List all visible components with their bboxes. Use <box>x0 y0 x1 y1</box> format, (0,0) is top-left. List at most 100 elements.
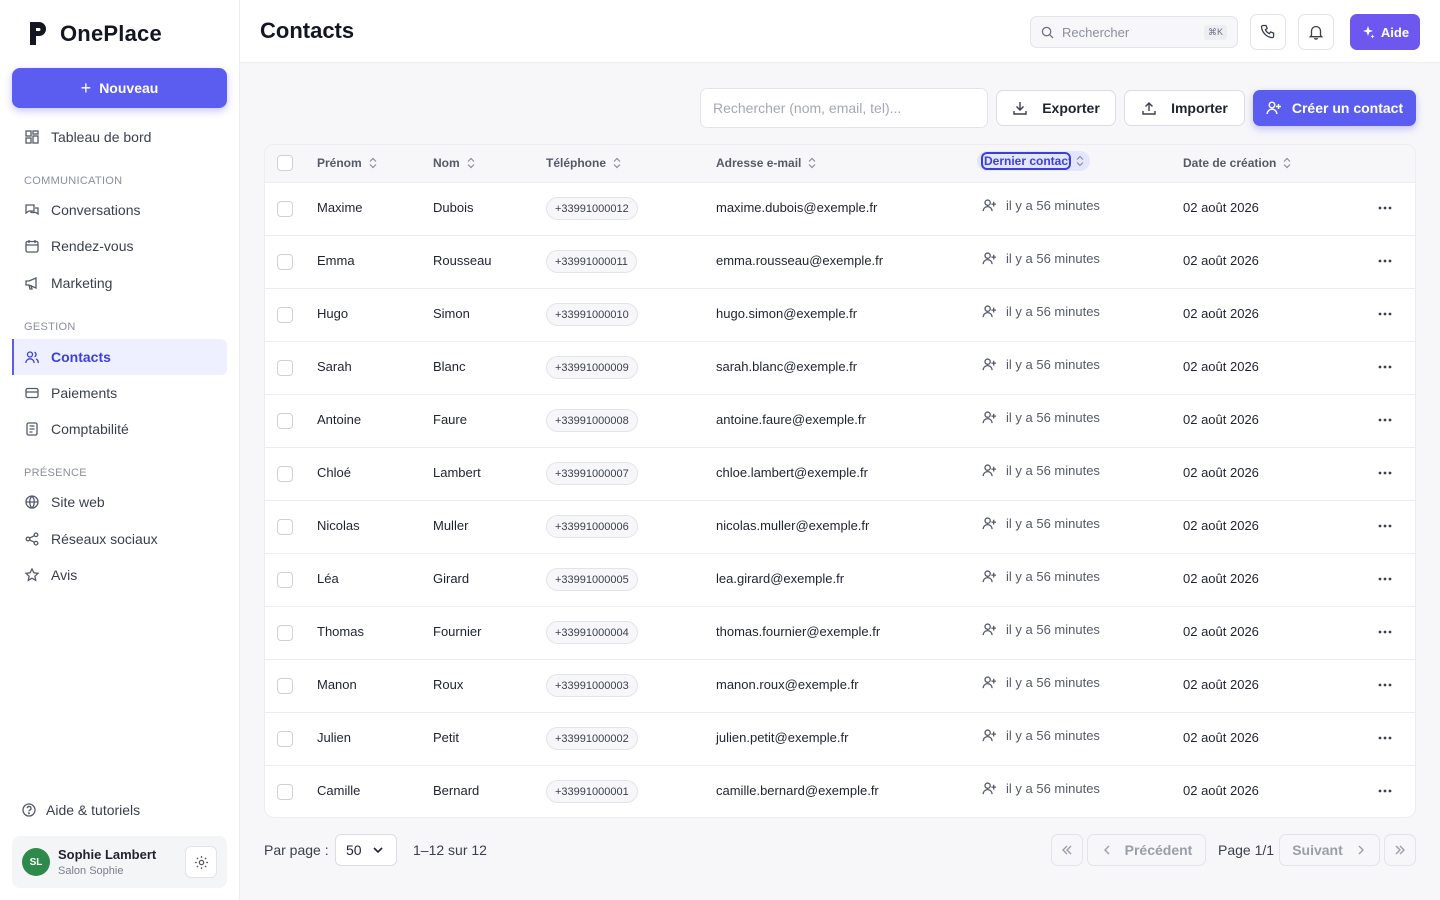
user-plus-icon <box>982 464 997 477</box>
column-header-last-contact[interactable]: Dernier contact <box>977 151 1090 171</box>
user-card[interactable]: SL Sophie Lambert Salon Sophie <box>12 836 227 888</box>
notifications-button[interactable] <box>1298 14 1334 50</box>
previous-page-button[interactable]: Précédent <box>1087 834 1206 866</box>
cell-email[interactable]: antoine.faure@exemple.fr <box>716 412 866 427</box>
row-checkbox[interactable] <box>277 625 293 641</box>
cell-phone[interactable]: +33991000012 <box>546 197 638 220</box>
table-row[interactable]: Chloé Lambert +33991000007 chloe.lambert@ex… <box>265 448 1415 501</box>
sidebar-item-conversations[interactable]: Conversations <box>12 192 227 228</box>
settings-button[interactable] <box>185 846 217 878</box>
row-menu-button[interactable] <box>1373 198 1397 218</box>
row-menu-button[interactable] <box>1373 357 1397 377</box>
phone-button[interactable] <box>1250 14 1286 50</box>
row-checkbox[interactable] <box>277 360 293 376</box>
help-tutorials-link[interactable]: Aide & tutoriels <box>22 802 140 818</box>
row-checkbox[interactable] <box>277 413 293 429</box>
cell-email[interactable]: julien.petit@exemple.fr <box>716 730 848 745</box>
row-checkbox[interactable] <box>277 254 293 270</box>
row-menu-button[interactable] <box>1373 728 1397 748</box>
cell-phone[interactable]: +33991000008 <box>546 409 638 432</box>
aide-button[interactable]: Aide <box>1350 14 1420 50</box>
import-button[interactable]: Importer <box>1124 90 1245 126</box>
row-menu-button[interactable] <box>1373 304 1397 324</box>
cell-email[interactable]: camille.bernard@exemple.fr <box>716 783 879 798</box>
row-menu-button[interactable] <box>1373 251 1397 271</box>
row-menu-button[interactable] <box>1373 463 1397 483</box>
cell-phone[interactable]: +33991000001 <box>546 780 638 803</box>
cell-phone[interactable]: +33991000009 <box>546 356 638 379</box>
next-label: Suivant <box>1292 842 1343 858</box>
cell-email[interactable]: sarah.blanc@exemple.fr <box>716 359 857 374</box>
cell-email[interactable]: emma.rousseau@exemple.fr <box>716 253 883 268</box>
row-checkbox[interactable] <box>277 201 293 217</box>
row-checkbox[interactable] <box>277 784 293 800</box>
row-menu-button[interactable] <box>1373 410 1397 430</box>
table-row[interactable]: Maxime Dubois +33991000012 maxime.dubois@ex… <box>265 183 1415 236</box>
row-checkbox[interactable] <box>277 572 293 588</box>
table-row[interactable]: Nicolas Muller +33991000006 nicolas.muller@… <box>265 501 1415 554</box>
select-all-checkbox[interactable] <box>277 155 293 171</box>
row-menu-button[interactable] <box>1373 675 1397 695</box>
contacts-search-input[interactable] <box>700 88 988 128</box>
sidebar-item-rendez-vous[interactable]: Rendez-vous <box>12 228 227 264</box>
global-search[interactable]: Rechercher ⌘K <box>1030 16 1238 48</box>
cell-created: 02 août 2026 <box>1183 412 1259 427</box>
column-header-first-name[interactable]: Prénom <box>317 156 377 170</box>
cell-phone[interactable]: +33991000002 <box>546 727 638 750</box>
row-menu-button[interactable] <box>1373 622 1397 642</box>
export-button[interactable]: Exporter <box>996 90 1116 126</box>
table-row[interactable]: Emma Rousseau +33991000011 emma.rousseau@ex… <box>265 236 1415 289</box>
table-row[interactable]: Antoine Faure +33991000008 antoine.faure@ex… <box>265 395 1415 448</box>
cell-email[interactable]: lea.girard@exemple.fr <box>716 571 844 586</box>
sidebar-item-contacts[interactable]: Contacts <box>12 339 227 375</box>
row-checkbox[interactable] <box>277 466 293 482</box>
create-contact-button[interactable]: Créer un contact <box>1253 90 1416 126</box>
row-checkbox[interactable] <box>277 519 293 535</box>
cell-phone[interactable]: +33991000011 <box>546 250 637 273</box>
sidebar-item-site-web[interactable]: Site web <box>12 484 227 520</box>
cell-email[interactable]: thomas.fournier@exemple.fr <box>716 624 880 639</box>
sidebar-item-avis[interactable]: Avis <box>12 557 227 593</box>
cell-phone[interactable]: +33991000006 <box>546 515 638 538</box>
table-row[interactable]: Manon Roux +33991000003 manon.roux@exemple.… <box>265 660 1415 713</box>
table-row[interactable]: Julien Petit +33991000002 julien.petit@exem… <box>265 713 1415 766</box>
cell-phone[interactable]: +33991000004 <box>546 621 638 644</box>
app-logo[interactable]: OnePlace <box>28 20 162 47</box>
column-header-email[interactable]: Adresse e-mail <box>716 156 816 170</box>
cell-phone[interactable]: +33991000005 <box>546 568 638 591</box>
column-header-phone[interactable]: Téléphone <box>546 156 621 170</box>
row-checkbox[interactable] <box>277 731 293 747</box>
table-row[interactable]: Camille Bernard +33991000001 camille.bernar… <box>265 766 1415 817</box>
cell-phone[interactable]: +33991000007 <box>546 462 638 485</box>
row-menu-button[interactable] <box>1373 781 1397 801</box>
table-row[interactable]: Thomas Fournier +33991000004 thomas.fournie… <box>265 607 1415 660</box>
table-row[interactable]: Hugo Simon +33991000010 hugo.simon@exemple.… <box>265 289 1415 342</box>
last-page-button[interactable] <box>1384 834 1416 866</box>
next-page-button[interactable]: Suivant <box>1279 834 1380 866</box>
cell-email[interactable]: nicolas.muller@exemple.fr <box>716 518 869 533</box>
per-page-select[interactable]: 50 <box>335 834 397 866</box>
per-page-value: 50 <box>346 842 362 858</box>
cell-email[interactable]: chloe.lambert@exemple.fr <box>716 465 868 480</box>
row-menu-button[interactable] <box>1373 569 1397 589</box>
cell-email[interactable]: maxime.dubois@exemple.fr <box>716 200 877 215</box>
row-checkbox[interactable] <box>277 678 293 694</box>
cell-phone[interactable]: +33991000003 <box>546 674 638 697</box>
sidebar-item-paiements[interactable]: Paiements <box>12 375 227 411</box>
sidebar-item-dashboard[interactable]: Tableau de bord <box>12 119 227 155</box>
sidebar-item-comptabilite[interactable]: Comptabilité <box>12 411 227 447</box>
first-page-button[interactable] <box>1051 834 1083 866</box>
last-contact-text: il y a 56 minutes <box>1006 463 1100 478</box>
new-button[interactable]: + Nouveau <box>12 68 227 108</box>
cell-email[interactable]: manon.roux@exemple.fr <box>716 677 859 692</box>
sidebar-item-reseaux-sociaux[interactable]: Réseaux sociaux <box>12 521 227 557</box>
table-row[interactable]: Sarah Blanc +33991000009 sarah.blanc@exempl… <box>265 342 1415 395</box>
row-checkbox[interactable] <box>277 307 293 323</box>
row-menu-button[interactable] <box>1373 516 1397 536</box>
column-header-last-name[interactable]: Nom <box>433 156 475 170</box>
column-header-created[interactable]: Date de création <box>1183 156 1291 170</box>
table-row[interactable]: Léa Girard +33991000005 lea.girard@exemple.… <box>265 554 1415 607</box>
sidebar-item-marketing[interactable]: Marketing <box>12 265 227 301</box>
cell-email[interactable]: hugo.simon@exemple.fr <box>716 306 857 321</box>
cell-phone[interactable]: +33991000010 <box>546 303 638 326</box>
